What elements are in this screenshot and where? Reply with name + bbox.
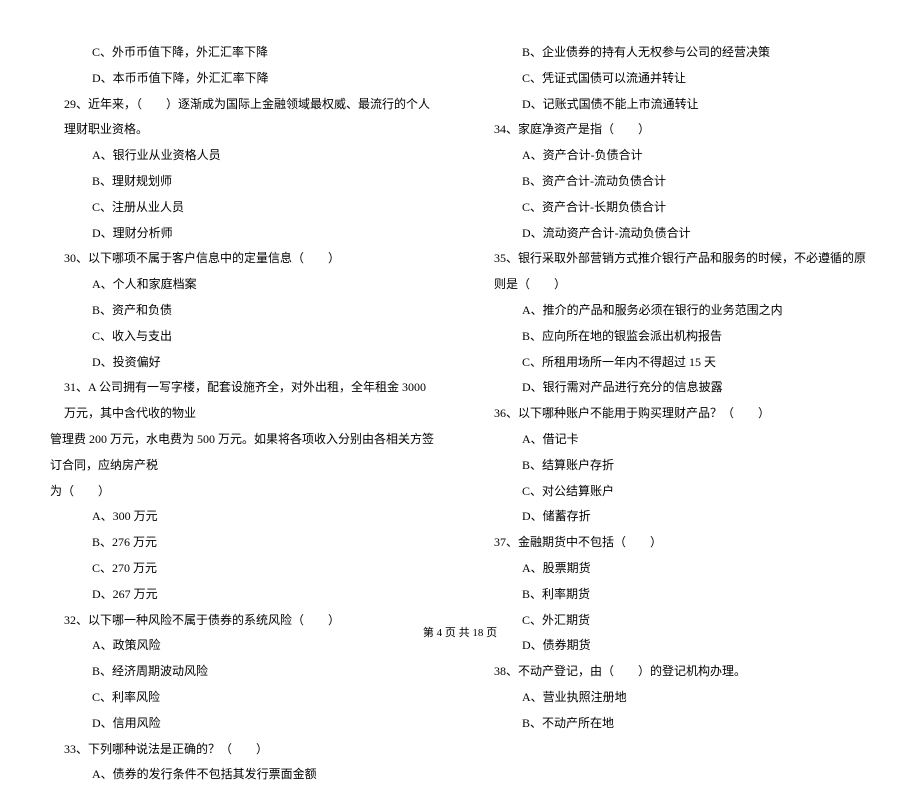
option-text: D、投资偏好 [50, 350, 440, 376]
option-text: D、267 万元 [50, 582, 440, 608]
option-text: C、收入与支出 [50, 324, 440, 350]
option-text: D、流动资产合计-流动负债合计 [480, 221, 870, 247]
question-text: 34、家庭净资产是指（ ） [480, 117, 870, 143]
option-text: B、资产合计-流动负债合计 [480, 169, 870, 195]
option-text: B、结算账户存折 [480, 453, 870, 479]
option-text: A、个人和家庭档案 [50, 272, 440, 298]
option-text: A、营业执照注册地 [480, 685, 870, 711]
option-text: C、凭证式国债可以流通并转让 [480, 66, 870, 92]
option-text: C、所租用场所一年内不得超过 15 天 [480, 350, 870, 376]
option-text: A、借记卡 [480, 427, 870, 453]
question-text: 36、以下哪种账户不能用于购买理财产品？（ ） [480, 401, 870, 427]
option-text: D、信用风险 [50, 711, 440, 737]
option-text: B、理财规划师 [50, 169, 440, 195]
question-text: 管理费 200 万元，水电费为 500 万元。如果将各项收入分别由各相关方签订合… [50, 427, 440, 479]
right-column: B、企业债券的持有人无权参与公司的经营决策 C、凭证式国债可以流通并转让 D、记… [480, 40, 870, 788]
left-column: C、外币币值下降，外汇汇率下降 D、本币币值下降，外汇汇率下降 29、近年来，（… [50, 40, 440, 788]
question-text: 29、近年来，（ ）逐渐成为国际上金融领域最权威、最流行的个人理财职业资格。 [50, 92, 440, 144]
option-text: B、资产和负债 [50, 298, 440, 324]
option-text: B、利率期货 [480, 582, 870, 608]
question-text: 33、下列哪种说法是正确的？（ ） [50, 737, 440, 763]
option-text: A、债券的发行条件不包括其发行票面金额 [50, 762, 440, 788]
option-text: D、理财分析师 [50, 221, 440, 247]
option-text: D、本币币值下降，外汇汇率下降 [50, 66, 440, 92]
option-text: A、推介的产品和服务必须在银行的业务范围之内 [480, 298, 870, 324]
option-text: C、外币币值下降，外汇汇率下降 [50, 40, 440, 66]
option-text: D、银行需对产品进行充分的信息披露 [480, 375, 870, 401]
question-text: 37、金融期货中不包括（ ） [480, 530, 870, 556]
question-text: 38、不动产登记，由（ ）的登记机构办理。 [480, 659, 870, 685]
option-text: B、经济周期波动风险 [50, 659, 440, 685]
option-text: C、对公结算账户 [480, 479, 870, 505]
two-column-layout: C、外币币值下降，外汇汇率下降 D、本币币值下降，外汇汇率下降 29、近年来，（… [50, 40, 870, 788]
option-text: A、300 万元 [50, 504, 440, 530]
option-text: A、资产合计-负债合计 [480, 143, 870, 169]
option-text: B、企业债券的持有人无权参与公司的经营决策 [480, 40, 870, 66]
option-text: C、资产合计-长期负债合计 [480, 195, 870, 221]
option-text: B、不动产所在地 [480, 711, 870, 737]
page-footer: 第 4 页 共 18 页 [0, 624, 920, 640]
question-text: 31、A 公司拥有一写字楼，配套设施齐全，对外出租，全年租金 3000 万元，其… [50, 375, 440, 427]
option-text: C、270 万元 [50, 556, 440, 582]
option-text: A、股票期货 [480, 556, 870, 582]
option-text: C、注册从业人员 [50, 195, 440, 221]
option-text: B、276 万元 [50, 530, 440, 556]
option-text: D、储蓄存折 [480, 504, 870, 530]
option-text: D、记账式国债不能上市流通转让 [480, 92, 870, 118]
option-text: C、利率风险 [50, 685, 440, 711]
option-text: B、应向所在地的银监会派出机构报告 [480, 324, 870, 350]
question-text: 35、银行采取外部营销方式推介银行产品和服务的时候，不必遵循的原则是（ ） [480, 246, 870, 298]
question-text: 为（ ） [50, 479, 440, 505]
question-text: 30、以下哪项不属于客户信息中的定量信息（ ） [50, 246, 440, 272]
option-text: A、银行业从业资格人员 [50, 143, 440, 169]
